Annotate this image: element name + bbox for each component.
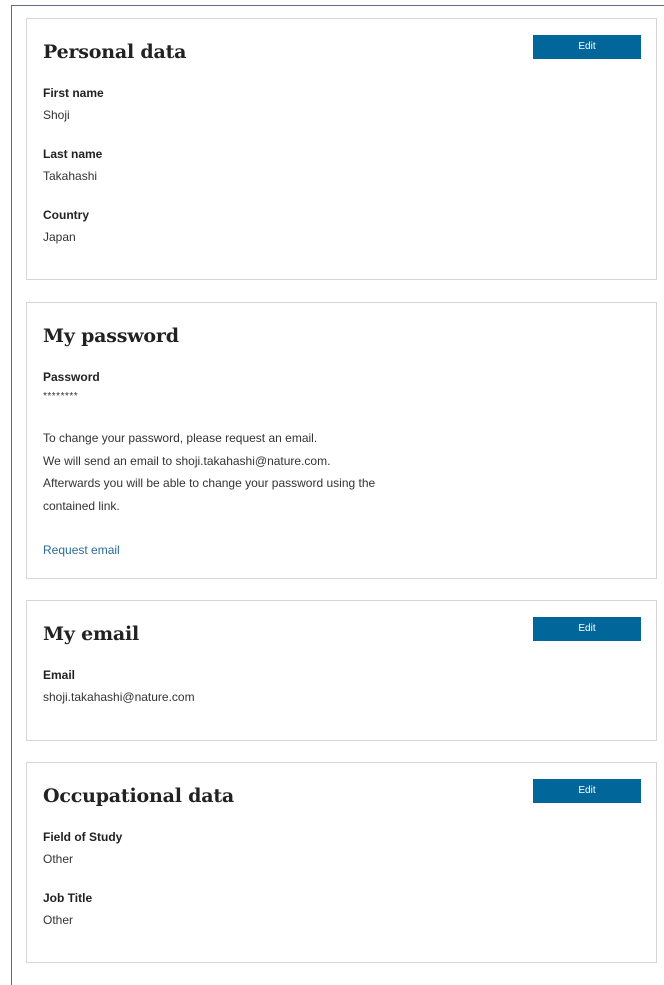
last-name-label: Last name — [43, 147, 103, 161]
password-label: Password — [43, 370, 100, 384]
job-title-label: Job Title — [43, 891, 93, 905]
password-instruction-line: contained link. — [43, 499, 120, 514]
first-name-label: First name — [43, 86, 104, 100]
email-title: My email — [43, 623, 140, 645]
email-value: shoji.takahashi@nature.com — [43, 690, 195, 704]
edit-email-button[interactable]: Edit — [533, 617, 641, 641]
password-title: My password — [43, 325, 179, 347]
field-of-study-value: Other — [43, 852, 74, 866]
email-label: Email — [43, 668, 76, 682]
password-value: ******** — [43, 391, 79, 402]
job-title-value: Other — [43, 913, 74, 927]
edit-occupational-data-button[interactable]: Edit — [533, 779, 641, 803]
password-instructions: To change your password, please request … — [43, 427, 423, 518]
country-label: Country — [43, 208, 89, 222]
email-card: My email Edit Email shoji.takahashi@natu… — [26, 600, 657, 741]
field-of-study-label: Field of Study — [43, 830, 123, 844]
occupational-data-title: Occupational data — [43, 785, 235, 807]
password-card: My password Password ******** To change … — [26, 302, 657, 579]
occupational-data-card: Occupational data Edit Field of Study Ot… — [26, 762, 657, 963]
personal-data-title: Personal data — [43, 41, 187, 63]
password-instruction-line: We will send an email to shoji.takahashi… — [43, 453, 331, 468]
first-name-value: Shoji — [43, 108, 70, 122]
request-email-link[interactable]: Request email — [43, 543, 120, 557]
personal-data-card: Personal data Edit First name Shoji Last… — [26, 18, 657, 280]
edit-personal-data-button[interactable]: Edit — [533, 35, 641, 59]
country-value: Japan — [43, 230, 76, 244]
password-instruction-line: To change your password, please request … — [43, 431, 318, 445]
last-name-value: Takahashi — [43, 169, 98, 183]
password-instruction-line: Afterwards you will be able to change yo… — [43, 476, 376, 491]
